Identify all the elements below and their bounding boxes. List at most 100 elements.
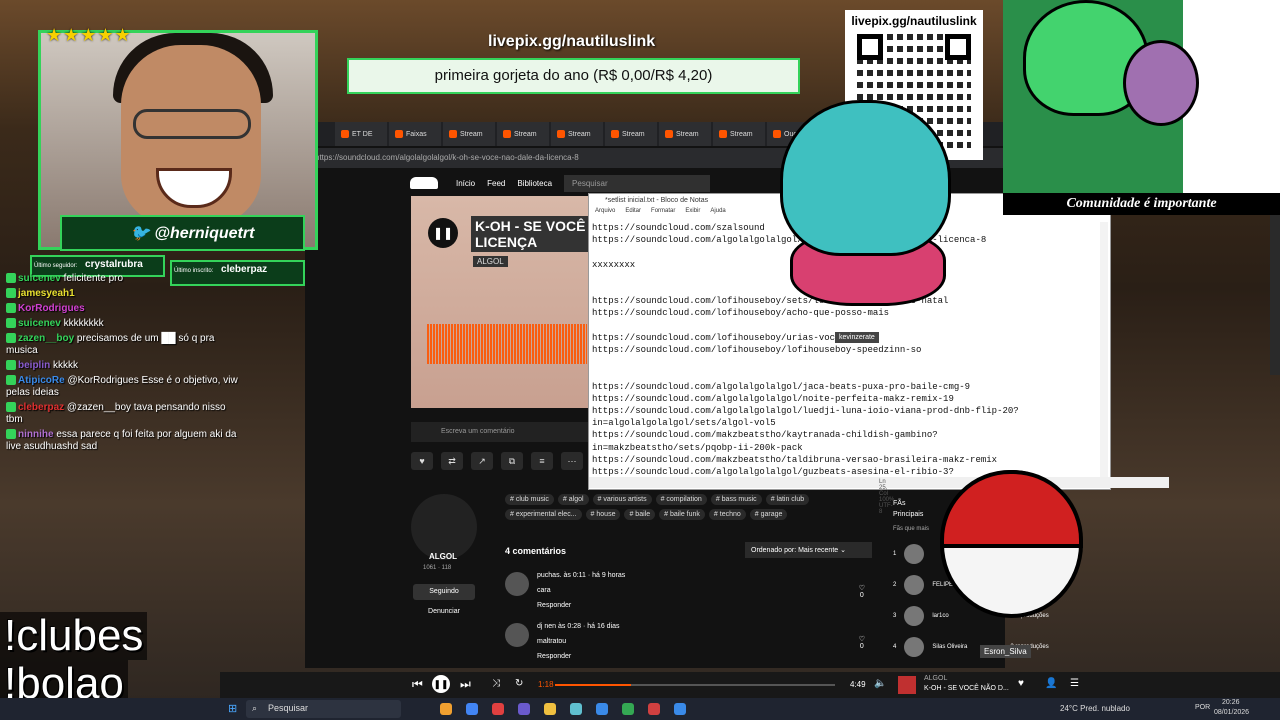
- command-clubes: !clubes: [0, 612, 148, 660]
- nav-library[interactable]: Biblioteca: [517, 179, 552, 188]
- next-icon[interactable]: ⏭: [460, 677, 471, 692]
- nav-feed[interactable]: Feed: [487, 179, 505, 188]
- tag-chip[interactable]: # latin club: [765, 494, 810, 505]
- more-icon[interactable]: ⋯: [561, 452, 583, 470]
- browser-tab[interactable]: Stream: [443, 122, 495, 146]
- comment-like[interactable]: ♡ 0: [859, 635, 865, 650]
- commenter-avatar[interactable]: [505, 623, 529, 647]
- clock-time[interactable]: 20:26: [1222, 699, 1240, 706]
- reply-button[interactable]: Responder: [537, 653, 620, 660]
- nav-home[interactable]: Início: [456, 179, 475, 188]
- comments-sort-select[interactable]: Ordenado por: Mais recente ⌄: [745, 542, 872, 558]
- language-indicator[interactable]: POR: [1195, 704, 1210, 711]
- volume-icon[interactable]: 🔈: [874, 678, 886, 689]
- share-icon[interactable]: ↗: [471, 452, 493, 470]
- weather[interactable]: 24°C Pred. nublado: [1060, 704, 1130, 713]
- chat-message: cleberpaz @zazen__boy tava pensando niss…: [6, 402, 238, 426]
- notepad-menu-item[interactable]: Ajuda: [710, 208, 725, 220]
- notepad-menu-item[interactable]: Formatar: [651, 208, 675, 220]
- taskbar-app-icon[interactable]: [440, 703, 452, 715]
- following-button[interactable]: Seguindo: [413, 584, 475, 600]
- notepad-scrollbar[interactable]: [1100, 222, 1108, 477]
- taskbar-app-icon[interactable]: [622, 703, 634, 715]
- repeat-icon[interactable]: ↻: [515, 678, 523, 689]
- tag-chip[interactable]: # garage: [749, 509, 788, 520]
- browser-tab[interactable]: Faixas: [389, 122, 441, 146]
- tab-label: Stream: [622, 130, 645, 138]
- browser-tab[interactable]: Stream: [605, 122, 657, 146]
- follow-user-icon[interactable]: 👤: [1045, 678, 1057, 689]
- taskbar-app-icon[interactable]: [648, 703, 660, 715]
- report-button[interactable]: Denunciar: [413, 608, 475, 615]
- taskbar-app-icon[interactable]: [492, 703, 504, 715]
- queue-icon[interactable]: ☰: [1070, 678, 1079, 689]
- tag-chip[interactable]: # various artists: [592, 494, 652, 505]
- browser-tab[interactable]: Stream: [497, 122, 549, 146]
- comment-input[interactable]: Escreva um comentário: [411, 422, 591, 442]
- taskbar-search[interactable]: ⌕ Pesquisar: [246, 700, 401, 718]
- shuffle-icon[interactable]: ⤨: [492, 678, 500, 689]
- progress-bar[interactable]: [555, 684, 835, 686]
- tag-chip[interactable]: # house: [585, 509, 621, 520]
- pause-icon[interactable]: ❚❚: [432, 675, 450, 693]
- chat-username: suicenev: [18, 318, 61, 329]
- tag-chip[interactable]: # baile funk: [659, 509, 705, 520]
- taskbar-app-icon[interactable]: [674, 703, 686, 715]
- artist-avatar[interactable]: [411, 494, 477, 560]
- tag-chip[interactable]: # baile: [624, 509, 656, 520]
- copy-link-icon[interactable]: ⧉: [501, 452, 523, 470]
- add-to-playlist-icon[interactable]: ≡: [531, 452, 553, 470]
- clock-date[interactable]: 08/01/2026: [1214, 709, 1249, 716]
- like-icon[interactable]: ♥: [1018, 678, 1024, 689]
- commenter-avatar[interactable]: [505, 572, 529, 596]
- fan-avatar[interactable]: [904, 605, 925, 626]
- track-artist[interactable]: ALGOL: [473, 256, 508, 267]
- search-input[interactable]: Pesquisar: [564, 174, 711, 192]
- comment-like[interactable]: ♡ 0: [859, 584, 865, 599]
- track-thumbnail[interactable]: [898, 676, 916, 694]
- tag-chip[interactable]: # algol: [557, 494, 589, 505]
- chat-text: kkkkkkkk: [63, 318, 104, 329]
- taskbar-app-icon[interactable]: [596, 703, 608, 715]
- tag-chip[interactable]: # experimental elec...: [505, 509, 582, 520]
- artist-name[interactable]: ALGOL: [413, 552, 473, 561]
- browser-tab[interactable]: Stream: [659, 122, 711, 146]
- reply-button[interactable]: Responder: [537, 602, 625, 609]
- badge-icon: [6, 273, 16, 284]
- previous-icon[interactable]: ⏮: [412, 677, 423, 692]
- commenter-name[interactable]: puchas.: [537, 572, 562, 579]
- fan-avatar[interactable]: [904, 636, 925, 657]
- fan-avatar[interactable]: [904, 574, 925, 595]
- browser-tab[interactable]: Stream: [713, 122, 765, 146]
- soundcloud-logo-icon[interactable]: [410, 177, 438, 189]
- browser-tab[interactable]: Stream: [551, 122, 603, 146]
- taskbar-app-icon[interactable]: [570, 703, 582, 715]
- windows-start-icon[interactable]: ⊞: [228, 702, 237, 715]
- notepad-line: https://soundcloud.com/algolalgolalgol/l…: [592, 405, 1019, 416]
- like-icon[interactable]: ♥: [411, 452, 433, 470]
- taskbar-app-icon[interactable]: [544, 703, 556, 715]
- browser-tab[interactable]: ET DE: [335, 122, 387, 146]
- tag-chip[interactable]: # bass music: [710, 494, 762, 505]
- notepad-menu-item[interactable]: Editar: [625, 208, 641, 220]
- taskbar-app-icon[interactable]: [466, 703, 478, 715]
- waveform[interactable]: [427, 324, 587, 364]
- commenter-name[interactable]: dj nen: [537, 623, 556, 630]
- player-artist[interactable]: ALGOL: [924, 675, 947, 682]
- pokeball-sticker: [940, 470, 1083, 618]
- fan-avatar[interactable]: [904, 543, 925, 564]
- repost-icon[interactable]: ⇄: [441, 452, 463, 470]
- page-scrollbar[interactable]: [1270, 215, 1280, 375]
- player-title[interactable]: K-OH - SE VOCÊ NÃO D...: [924, 685, 1009, 692]
- tag-chip[interactable]: # techno: [708, 509, 746, 520]
- notepad-menu-item[interactable]: Arquivo: [595, 208, 615, 220]
- tab-label: Stream: [676, 130, 699, 138]
- comments-count: 4 comentários: [505, 546, 567, 556]
- chat-message: zazen__boy precisamos de um ██ só q pra …: [6, 333, 238, 357]
- notepad-menu-item[interactable]: Exibir: [685, 208, 700, 220]
- taskbar-app-icon[interactable]: [518, 703, 530, 715]
- pause-icon[interactable]: ❚❚: [428, 218, 458, 248]
- comment-body: puchas. às 0:11 · há 9 horas cara Responde…: [537, 572, 625, 609]
- tag-chip[interactable]: # club music: [505, 494, 554, 505]
- tag-chip[interactable]: # compilation: [655, 494, 707, 505]
